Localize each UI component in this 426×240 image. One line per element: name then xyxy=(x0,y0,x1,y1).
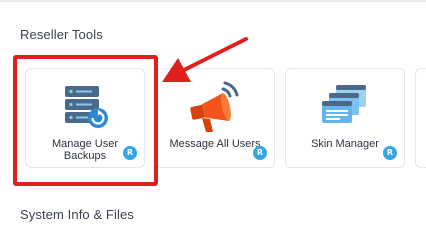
reseller-badge: R xyxy=(123,146,137,160)
reseller-badge: R xyxy=(383,146,397,160)
tile-skin-manager[interactable]: Skin Manager R xyxy=(285,68,405,168)
skin-layers-icon xyxy=(318,81,372,136)
tile-partial[interactable] xyxy=(415,68,426,168)
section-title-system-info-files: System Info & Files xyxy=(20,207,134,222)
tile-message-all-users[interactable]: Message All Users R xyxy=(155,68,275,168)
reseller-badge: R xyxy=(253,146,267,160)
megaphone-icon xyxy=(187,81,243,140)
server-backup-icon xyxy=(59,81,111,136)
top-divider xyxy=(0,0,426,2)
tile-manage-user-backups[interactable]: Manage User Backups R xyxy=(25,68,145,168)
section-title-reseller-tools: Reseller Tools xyxy=(20,27,103,42)
